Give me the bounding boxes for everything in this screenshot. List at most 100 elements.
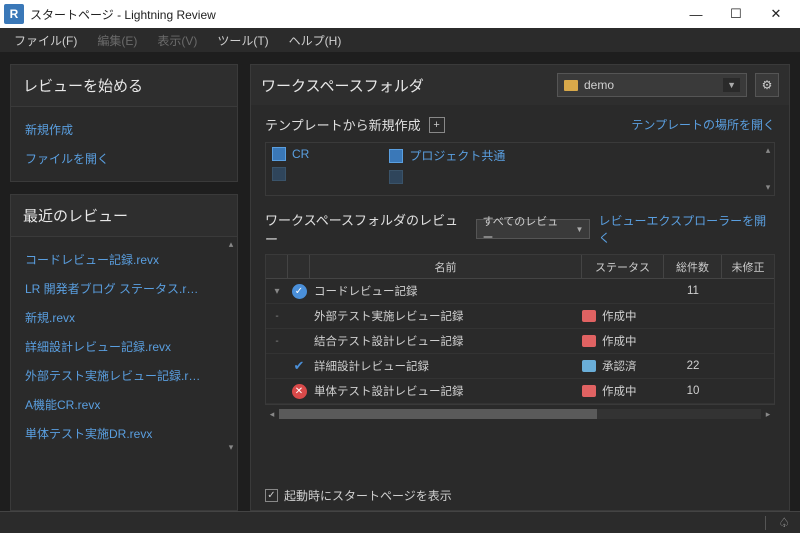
review-filter-value: すべてのレビュー xyxy=(483,213,568,245)
recent-item[interactable]: 詳細設計レビュー記録.revx xyxy=(11,332,237,361)
recent-item[interactable]: 単体テスト実施DR.revx xyxy=(11,419,237,448)
tree-toggle[interactable]: ▾ xyxy=(266,286,288,297)
menubar: ファイル(F) 編集(E) 表示(V) ツール(T) ヘルプ(H) xyxy=(0,28,800,52)
maximize-button[interactable]: ☐ xyxy=(716,2,756,26)
reviews-table: 名前 ステータス 総件数 未修正 ▾✓コードレビュー記録 11 -外部テスト実施レビ… xyxy=(265,254,775,405)
recent-item[interactable]: 新規.revx xyxy=(11,303,237,332)
minimize-button[interactable]: — xyxy=(676,2,716,26)
show-on-startup-checkbox[interactable]: ✓ xyxy=(265,489,278,502)
row-status: 作成中 xyxy=(582,383,664,399)
row-status-icon: ✓ xyxy=(288,284,310,299)
menu-file[interactable]: ファイル(F) xyxy=(6,30,85,51)
menu-help[interactable]: ヘルプ(H) xyxy=(281,30,350,51)
status-color-badge xyxy=(582,310,596,322)
menu-edit: 編集(E) xyxy=(89,30,145,51)
workspace-header: ワークスペースフォルダ demo ▼ ⚙ xyxy=(251,65,789,105)
row-total: 10 xyxy=(664,385,722,397)
recent-scrollbar[interactable]: ▴ ▾ xyxy=(225,237,237,455)
template-label: プロジェクト共通 xyxy=(409,147,505,164)
table-row[interactable]: -結合テスト設計レビュー記録作成中 xyxy=(266,329,774,354)
status-text: 承認済 xyxy=(602,358,637,374)
menu-view: 表示(V) xyxy=(149,30,205,51)
row-total: 11 xyxy=(664,285,722,297)
add-template-button[interactable]: + xyxy=(429,117,445,133)
templates-header: テンプレートから新規作成 xyxy=(265,115,421,134)
review-filter-select[interactable]: すべてのレビュー ▼ xyxy=(476,219,591,239)
workspace-reviews-header: ワークスペースフォルダのレビュー xyxy=(265,210,468,248)
status-color-badge xyxy=(582,360,596,372)
left-column: レビューを始める 新規作成 ファイルを開く 最近のレビュー コードレビュー記録.… xyxy=(10,64,238,511)
template-icon xyxy=(389,149,403,163)
gear-icon: ⚙ xyxy=(762,78,773,92)
titlebar: R スタートページ - Lightning Review — ☐ ✕ xyxy=(0,0,800,28)
status-color-badge xyxy=(582,335,596,347)
tree-toggle[interactable]: - xyxy=(266,311,288,322)
status-done-icon: ✔ xyxy=(292,359,307,374)
scroll-thumb[interactable] xyxy=(279,409,597,419)
open-templates-folder-link[interactable]: テンプレートの場所を開く xyxy=(631,116,775,133)
scroll-down-icon[interactable]: ▾ xyxy=(766,182,771,193)
status-color-badge xyxy=(582,385,596,397)
table-row[interactable]: ✔詳細設計レビュー記録 承認済 22 xyxy=(266,354,774,379)
th-unfixed[interactable]: 未修正 xyxy=(722,255,774,278)
recent-item[interactable]: A機能CR.revx xyxy=(11,390,237,419)
row-status-icon: ✕ xyxy=(288,384,310,399)
row-name: 詳細設計レビュー記録 xyxy=(310,358,582,374)
content: レビューを始める 新規作成 ファイルを開く 最近のレビュー コードレビュー記録.… xyxy=(0,52,800,511)
row-status: 作成中 xyxy=(582,308,664,324)
settings-button[interactable]: ⚙ xyxy=(755,73,779,97)
open-file-link[interactable]: ファイルを開く xyxy=(11,144,237,173)
menu-tool[interactable]: ツール(T) xyxy=(209,30,276,51)
workspace-folder-name: demo xyxy=(584,78,614,92)
recent-item[interactable]: LR 開発者ブログ ステータス.r… xyxy=(11,274,237,303)
row-status: 承認済 xyxy=(582,358,664,374)
new-review-link[interactable]: 新規作成 xyxy=(11,115,237,144)
template-item[interactable] xyxy=(272,167,309,181)
th-status-icon[interactable] xyxy=(288,255,310,278)
scroll-up-icon[interactable]: ▴ xyxy=(766,145,771,156)
open-review-explorer-link[interactable]: レビューエクスプローラーを開く xyxy=(598,212,775,246)
scroll-right-icon[interactable]: ▸ xyxy=(761,409,775,420)
notification-icon[interactable]: ♤ xyxy=(778,515,790,531)
th-name[interactable]: 名前 xyxy=(310,255,582,278)
template-icon xyxy=(272,167,286,181)
right-column: ワークスペースフォルダ demo ▼ ⚙ テンプレートから新規作成 + テンプレ… xyxy=(250,64,790,511)
workspace-title: ワークスペースフォルダ xyxy=(261,75,549,96)
workspace-folder-select[interactable]: demo ▼ xyxy=(557,73,747,97)
close-button[interactable]: ✕ xyxy=(756,2,796,26)
template-item[interactable] xyxy=(389,170,505,184)
table-row[interactable]: -外部テスト実施レビュー記録作成中 xyxy=(266,304,774,329)
scroll-left-icon[interactable]: ◂ xyxy=(265,409,279,420)
statusbar-divider xyxy=(765,516,766,530)
tree-toggle[interactable]: - xyxy=(266,336,288,347)
scroll-down-icon[interactable]: ▾ xyxy=(229,442,234,453)
template-item[interactable]: プロジェクト共通 xyxy=(389,147,505,164)
th-status[interactable]: ステータス xyxy=(582,255,664,278)
template-icon xyxy=(389,170,403,184)
recent-item[interactable]: 外部テスト実施レビュー記録.r… xyxy=(11,361,237,390)
th-tree[interactable] xyxy=(266,255,288,278)
show-on-startup-label: 起動時にスタートページを表示 xyxy=(284,487,452,504)
row-status: 作成中 xyxy=(582,333,664,349)
app-icon: R xyxy=(4,4,24,24)
row-status-icon: ✔ xyxy=(288,359,310,374)
recent-item[interactable]: 要求定義DR.revx xyxy=(11,448,237,455)
workspace-panel: ワークスペースフォルダ demo ▼ ⚙ テンプレートから新規作成 + テンプレ… xyxy=(250,64,790,511)
th-total[interactable]: 総件数 xyxy=(664,255,722,278)
row-total: 22 xyxy=(664,360,722,372)
recent-item[interactable]: コードレビュー記録.revx xyxy=(11,245,237,274)
template-item[interactable]: CR xyxy=(272,147,309,161)
table-hscrollbar[interactable]: ◂ ▸ xyxy=(265,407,775,421)
chevron-down-icon: ▼ xyxy=(723,78,740,92)
templates-scrollbar[interactable]: ▴ ▾ xyxy=(762,143,774,195)
table-row[interactable]: ▾✓コードレビュー記録 11 xyxy=(266,279,774,304)
row-name: コードレビュー記録 xyxy=(310,283,582,299)
row-name: 単体テスト設計レビュー記録 xyxy=(310,383,582,399)
start-review-header: レビューを始める xyxy=(11,65,237,107)
chevron-down-icon: ▼ xyxy=(576,225,584,234)
scroll-up-icon[interactable]: ▴ xyxy=(229,239,234,250)
status-text: 作成中 xyxy=(602,308,637,324)
table-row[interactable]: ✕単体テスト設計レビュー記録作成中10 xyxy=(266,379,774,404)
template-icon xyxy=(272,147,286,161)
recent-reviews-panel: 最近のレビュー コードレビュー記録.revx LR 開発者ブログ ステータス.r… xyxy=(10,194,238,511)
